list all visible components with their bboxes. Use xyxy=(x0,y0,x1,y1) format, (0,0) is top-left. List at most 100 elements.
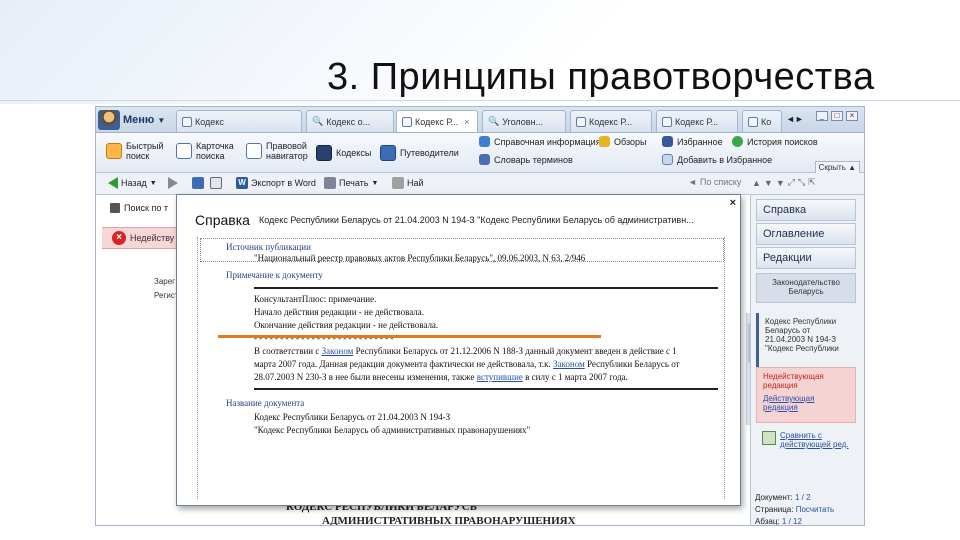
warning-label: Недейству xyxy=(130,233,175,243)
tab-kodeks-o[interactable]: 🔍 Кодекс о... xyxy=(306,110,394,132)
chevron-down-icon: ▼ xyxy=(157,115,166,125)
tab-contents[interactable]: Оглавление xyxy=(756,223,856,245)
document-icon xyxy=(182,116,192,127)
tab-ugolovn[interactable]: 🔍 Уголовн... xyxy=(482,110,566,132)
favorites-icon xyxy=(662,136,673,147)
search-card-icon xyxy=(176,143,192,159)
tab-scroll-icon[interactable]: ◄► xyxy=(786,114,804,124)
doc-counter-value: 1 / 2 xyxy=(794,493,811,502)
toolbar: Назад ▼ W Экспорт в Word Печать ▼ Най ◄ … xyxy=(96,173,864,195)
valid-edition-link[interactable]: Действующая редакция xyxy=(763,394,849,412)
history-icon xyxy=(732,136,743,147)
close-window-icon[interactable]: × xyxy=(846,111,858,121)
collapse-icon[interactable]: ⤡ xyxy=(798,177,805,188)
search-icon: 🔍 xyxy=(312,116,324,126)
list-arrow-icon: ◄ xyxy=(688,177,697,187)
print-preview-button[interactable] xyxy=(210,177,222,189)
close-tab-icon[interactable]: × xyxy=(464,117,469,127)
up-arrow-icon[interactable]: ▲ xyxy=(752,178,761,188)
card-search-button[interactable]: Карточка поиска xyxy=(176,141,242,161)
binoculars-icon xyxy=(392,177,404,189)
tab-bar: Меню ▼ Кодекс 🔍 Кодекс о... Кодекс Р... … xyxy=(96,107,864,133)
edition-status: Недействующая редакция Действующая редак… xyxy=(756,367,856,423)
guides-button[interactable]: Путеводители xyxy=(380,145,459,161)
tab-label: Уголовн... xyxy=(502,116,544,127)
back-label: Назад xyxy=(121,178,147,188)
para2-text-a: марта 2007 года. Данная редакция докумен… xyxy=(254,359,551,369)
search-in-text-tab[interactable]: Поиск по т xyxy=(110,203,168,213)
law-link-2[interactable]: Законом xyxy=(553,359,585,369)
add-favorites-label: Добавить в Избранное xyxy=(677,154,773,165)
dictionary-icon xyxy=(479,154,490,165)
error-icon: × xyxy=(112,231,126,245)
para3-text-a: 28.07.2003 N 230-З в нее были внесены из… xyxy=(254,372,475,382)
reference-button[interactable]: Справочная информация xyxy=(479,136,601,147)
note-line-1: КонсультантПлюс: примечание. xyxy=(254,294,377,304)
sort-icon[interactable]: ▼ xyxy=(776,178,785,188)
quick-search-button[interactable]: Быстрый поиск xyxy=(106,141,170,161)
print-label: Печать xyxy=(339,178,369,188)
tab-kodeks-r-2[interactable]: Кодекс Р... xyxy=(570,110,652,132)
document-icon xyxy=(748,116,758,127)
slide-title: 3. Принципы правотворчества xyxy=(327,56,875,98)
tab-kodeks[interactable]: Кодекс xyxy=(176,110,302,132)
save-icon xyxy=(192,177,204,189)
print-button[interactable]: Печать ▼ xyxy=(324,177,378,189)
legal-navigator-button[interactable]: Правовой навигатор xyxy=(246,141,312,161)
expand-icon[interactable]: ⤢ xyxy=(788,177,795,188)
dictionary-button[interactable]: Словарь терминов xyxy=(479,154,573,165)
tab-editions[interactable]: Редакции xyxy=(756,247,856,269)
maximize-icon[interactable]: □ xyxy=(831,111,843,121)
minimize-icon[interactable]: _ xyxy=(816,111,828,121)
find-button[interactable]: Най xyxy=(392,177,424,189)
reference-label: Справочная информация xyxy=(494,136,601,147)
reviews-button[interactable]: Обзоры xyxy=(599,136,646,147)
tab-label: Кодекс Р... xyxy=(675,116,719,127)
paragraph-counter: Абзац: 1 / 12 xyxy=(755,517,802,526)
note-header: Примечание к документу xyxy=(226,270,323,280)
document-icon xyxy=(576,116,586,127)
entered-force-link[interactable]: вступившие xyxy=(477,372,523,382)
para2-text-b: Республики Беларусь от xyxy=(586,359,680,369)
code-reference: Кодекс Республики Беларусь от 21.04.2003… xyxy=(756,313,856,373)
resize-icon[interactable]: ⇱ xyxy=(808,177,816,188)
guides-label: Путеводители xyxy=(400,148,459,158)
tab-ko[interactable]: Ко xyxy=(742,110,782,132)
close-icon[interactable]: × xyxy=(730,197,736,209)
page-count-link[interactable]: Посчитать xyxy=(796,505,834,514)
back-button[interactable]: Назад ▼ xyxy=(108,177,157,189)
by-list-button[interactable]: ◄ По списку xyxy=(688,177,741,187)
binoculars-icon xyxy=(110,203,120,213)
down-arrow-icon[interactable]: ▼ xyxy=(764,178,773,188)
law-link-1[interactable]: Законом xyxy=(322,346,354,356)
favorites-button[interactable]: Избранное xyxy=(662,136,723,147)
tab-label: Кодекс Р... xyxy=(415,116,459,127)
tab-kodeks-r-active[interactable]: Кодекс Р... × xyxy=(396,110,478,132)
tab-help[interactable]: Справка xyxy=(756,199,856,221)
hide-ribbon-label: Скрыть xyxy=(818,163,846,172)
tab-label: Кодекс о... xyxy=(326,116,371,127)
export-word-button[interactable]: W Экспорт в Word xyxy=(236,177,316,189)
history-label: История поисков xyxy=(747,136,818,147)
menu-button[interactable]: Меню ▼ xyxy=(98,109,170,131)
reviews-label: Обзоры xyxy=(614,136,647,147)
forward-button[interactable] xyxy=(168,177,178,189)
compare-link[interactable]: Сравнить с действующей ред. xyxy=(756,427,856,459)
chevron-down-icon: ▼ xyxy=(371,179,379,187)
codes-book-icon xyxy=(316,145,332,161)
info-icon xyxy=(479,136,490,147)
compare-icon xyxy=(762,431,776,445)
save-button[interactable] xyxy=(192,177,204,189)
para-counter-value: 1 / 12 xyxy=(781,517,802,526)
codes-button[interactable]: Кодексы xyxy=(316,145,371,161)
name-line-1: Кодекс Республики Беларусь от 21.04.2003… xyxy=(254,412,451,422)
tab-kodeks-r-3[interactable]: Кодекс Р... xyxy=(656,110,738,132)
add-favorites-button[interactable]: Добавить в Избранное xyxy=(662,154,772,165)
name-line-2: "Кодекс Республики Беларусь об администр… xyxy=(254,425,531,435)
menu-label: Меню xyxy=(123,114,155,126)
chevron-down-icon: ▼ xyxy=(149,179,157,187)
forward-arrow-icon xyxy=(168,177,178,189)
history-button[interactable]: История поисков xyxy=(732,136,818,147)
nav-arrows[interactable]: ▲ ▼ ▼ ⤢ ⤡ ⇱ xyxy=(752,177,816,188)
tab-label: Кодекс Р... xyxy=(589,116,633,127)
